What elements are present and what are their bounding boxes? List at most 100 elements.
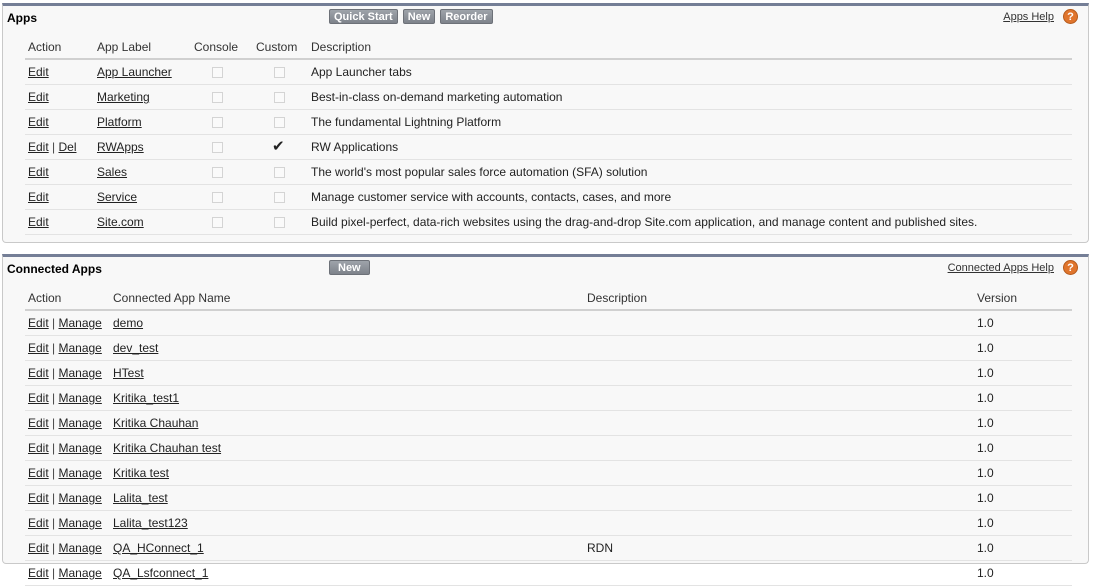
action-separator: | — [48, 391, 59, 405]
app-label-cell: Marketing — [94, 84, 191, 110]
action-cell: Edit — [25, 184, 94, 210]
connected-app-name-link[interactable]: Lalita_test123 — [113, 516, 188, 530]
manage-link[interactable]: Manage — [58, 341, 101, 355]
manage-link[interactable]: Manage — [58, 566, 101, 580]
manage-link[interactable]: Manage — [58, 516, 101, 530]
app-label-link[interactable]: Sales — [97, 165, 127, 179]
manage-link[interactable]: Manage — [58, 366, 101, 380]
version-cell: 1.0 — [974, 385, 1072, 411]
table-row: Edit | Manage HTest 1.0 — [25, 360, 1072, 386]
console-cell — [191, 109, 253, 135]
table-row: Edit | Manage Lalita_test123 1.0 — [25, 510, 1072, 536]
console-checkbox — [212, 117, 223, 129]
edit-link[interactable]: Edit — [28, 215, 49, 229]
help-icon[interactable]: ? — [1063, 260, 1078, 275]
edit-link[interactable]: Edit — [28, 165, 49, 179]
manage-link[interactable]: Manage — [58, 391, 101, 405]
connected-app-name-link[interactable]: Kritika_test1 — [113, 391, 179, 405]
table-row: Edit Site.com Build pixel-perfect, data-ri… — [25, 209, 1072, 235]
custom-cell — [253, 184, 308, 210]
help-icon[interactable]: ? — [1063, 9, 1078, 24]
app-label-link[interactable]: RWApps — [97, 140, 144, 154]
edit-link[interactable]: Edit — [28, 366, 49, 380]
edit-link[interactable]: Edit — [28, 441, 49, 455]
connected-app-name-cell: QA_Lsfconnect_1 — [110, 560, 584, 586]
edit-link[interactable]: Edit — [28, 416, 49, 430]
table-row: Edit Sales The world's most popular sales … — [25, 159, 1072, 185]
connected-app-name-link[interactable]: dev_test — [113, 341, 158, 355]
action-cell: Edit — [25, 109, 94, 135]
connected-apps-panel: Connected Apps New Connected Apps Help ?… — [2, 254, 1089, 586]
apps-title: Apps — [7, 11, 37, 25]
connected-app-name-link[interactable]: Kritika test — [113, 466, 169, 480]
edit-link[interactable]: Edit — [28, 541, 49, 555]
del-link[interactable]: Del — [58, 140, 76, 154]
action-cell: Edit | Del — [25, 134, 94, 160]
app-label-link[interactable]: Site.com — [97, 215, 144, 229]
version-cell: 1.0 — [974, 335, 1072, 361]
connected-app-name-link[interactable]: Kritika Chauhan test — [113, 441, 221, 455]
connected-app-name-link[interactable]: Lalita_test — [113, 491, 168, 505]
edit-link[interactable]: Edit — [28, 65, 49, 79]
table-row: Edit Service Manage customer service with … — [25, 184, 1072, 210]
manage-link[interactable]: Manage — [58, 541, 101, 555]
console-checkbox — [212, 92, 223, 104]
edit-link[interactable]: Edit — [28, 391, 49, 405]
app-label-link[interactable]: Marketing — [97, 90, 150, 104]
custom-cell — [253, 159, 308, 185]
description-cell — [584, 410, 974, 436]
app-label-cell: Sales — [94, 159, 191, 185]
new-connected-app-button[interactable]: New — [329, 260, 370, 275]
version-cell: 1.0 — [974, 310, 1072, 336]
connected-app-name-link[interactable]: Kritika Chauhan — [113, 416, 198, 430]
connected-app-name-link[interactable]: QA_Lsfconnect_1 — [113, 566, 208, 580]
edit-link[interactable]: Edit — [28, 466, 49, 480]
manage-link[interactable]: Manage — [58, 441, 101, 455]
table-row: Edit | Manage QA_HConnect_1 RDN 1.0 — [25, 535, 1072, 561]
edit-link[interactable]: Edit — [28, 140, 49, 154]
action-cell: Edit | Manage — [25, 335, 110, 361]
description-cell — [584, 360, 974, 386]
action-cell: Edit | Manage — [25, 410, 110, 436]
description-cell — [584, 560, 974, 586]
connected-apps-title: Connected Apps — [7, 262, 102, 276]
version-cell: 1.0 — [974, 460, 1072, 486]
app-label-cell: Site.com — [94, 209, 191, 235]
app-label-cell: App Launcher — [94, 59, 191, 85]
connected-app-name-link[interactable]: HTest — [113, 366, 144, 380]
edit-link[interactable]: Edit — [28, 491, 49, 505]
console-cell — [191, 184, 253, 210]
connected-apps-help-link[interactable]: Connected Apps Help — [948, 262, 1054, 274]
manage-link[interactable]: Manage — [58, 491, 101, 505]
edit-link[interactable]: Edit — [28, 341, 49, 355]
edit-link[interactable]: Edit — [28, 516, 49, 530]
table-row: Edit | Manage Kritika test 1.0 — [25, 460, 1072, 486]
description-cell — [584, 435, 974, 461]
app-label-link[interactable]: Service — [97, 190, 137, 204]
edit-link[interactable]: Edit — [28, 316, 49, 330]
description-cell: Best-in-class on-demand marketing automa… — [308, 84, 1072, 110]
edit-link[interactable]: Edit — [28, 190, 49, 204]
connected-app-name-link[interactable]: QA_HConnect_1 — [113, 541, 204, 555]
table-row: Edit | Manage demo 1.0 — [25, 310, 1072, 336]
description-cell: RW Applications — [308, 134, 1072, 160]
connected-app-name-link[interactable]: demo — [113, 316, 143, 330]
manage-link[interactable]: Manage — [58, 316, 101, 330]
apps-help-link[interactable]: Apps Help — [1003, 11, 1054, 23]
app-label-link[interactable]: Platform — [97, 115, 142, 129]
quick-start-button[interactable]: Quick Start — [329, 9, 398, 24]
col-custom: Custom — [253, 36, 308, 60]
action-separator: | — [48, 516, 59, 530]
edit-link[interactable]: Edit — [28, 115, 49, 129]
edit-link[interactable]: Edit — [28, 90, 49, 104]
manage-link[interactable]: Manage — [58, 466, 101, 480]
apps-panel-header: Apps Quick Start New Reorder Apps Help ? — [3, 6, 1088, 28]
reorder-button[interactable]: Reorder — [440, 9, 493, 24]
action-cell: Edit — [25, 84, 94, 110]
manage-link[interactable]: Manage — [58, 416, 101, 430]
app-label-link[interactable]: App Launcher — [97, 65, 172, 79]
edit-link[interactable]: Edit — [28, 566, 49, 580]
custom-checkbox — [274, 92, 285, 104]
version-cell: 1.0 — [974, 435, 1072, 461]
new-app-button[interactable]: New — [402, 9, 436, 24]
